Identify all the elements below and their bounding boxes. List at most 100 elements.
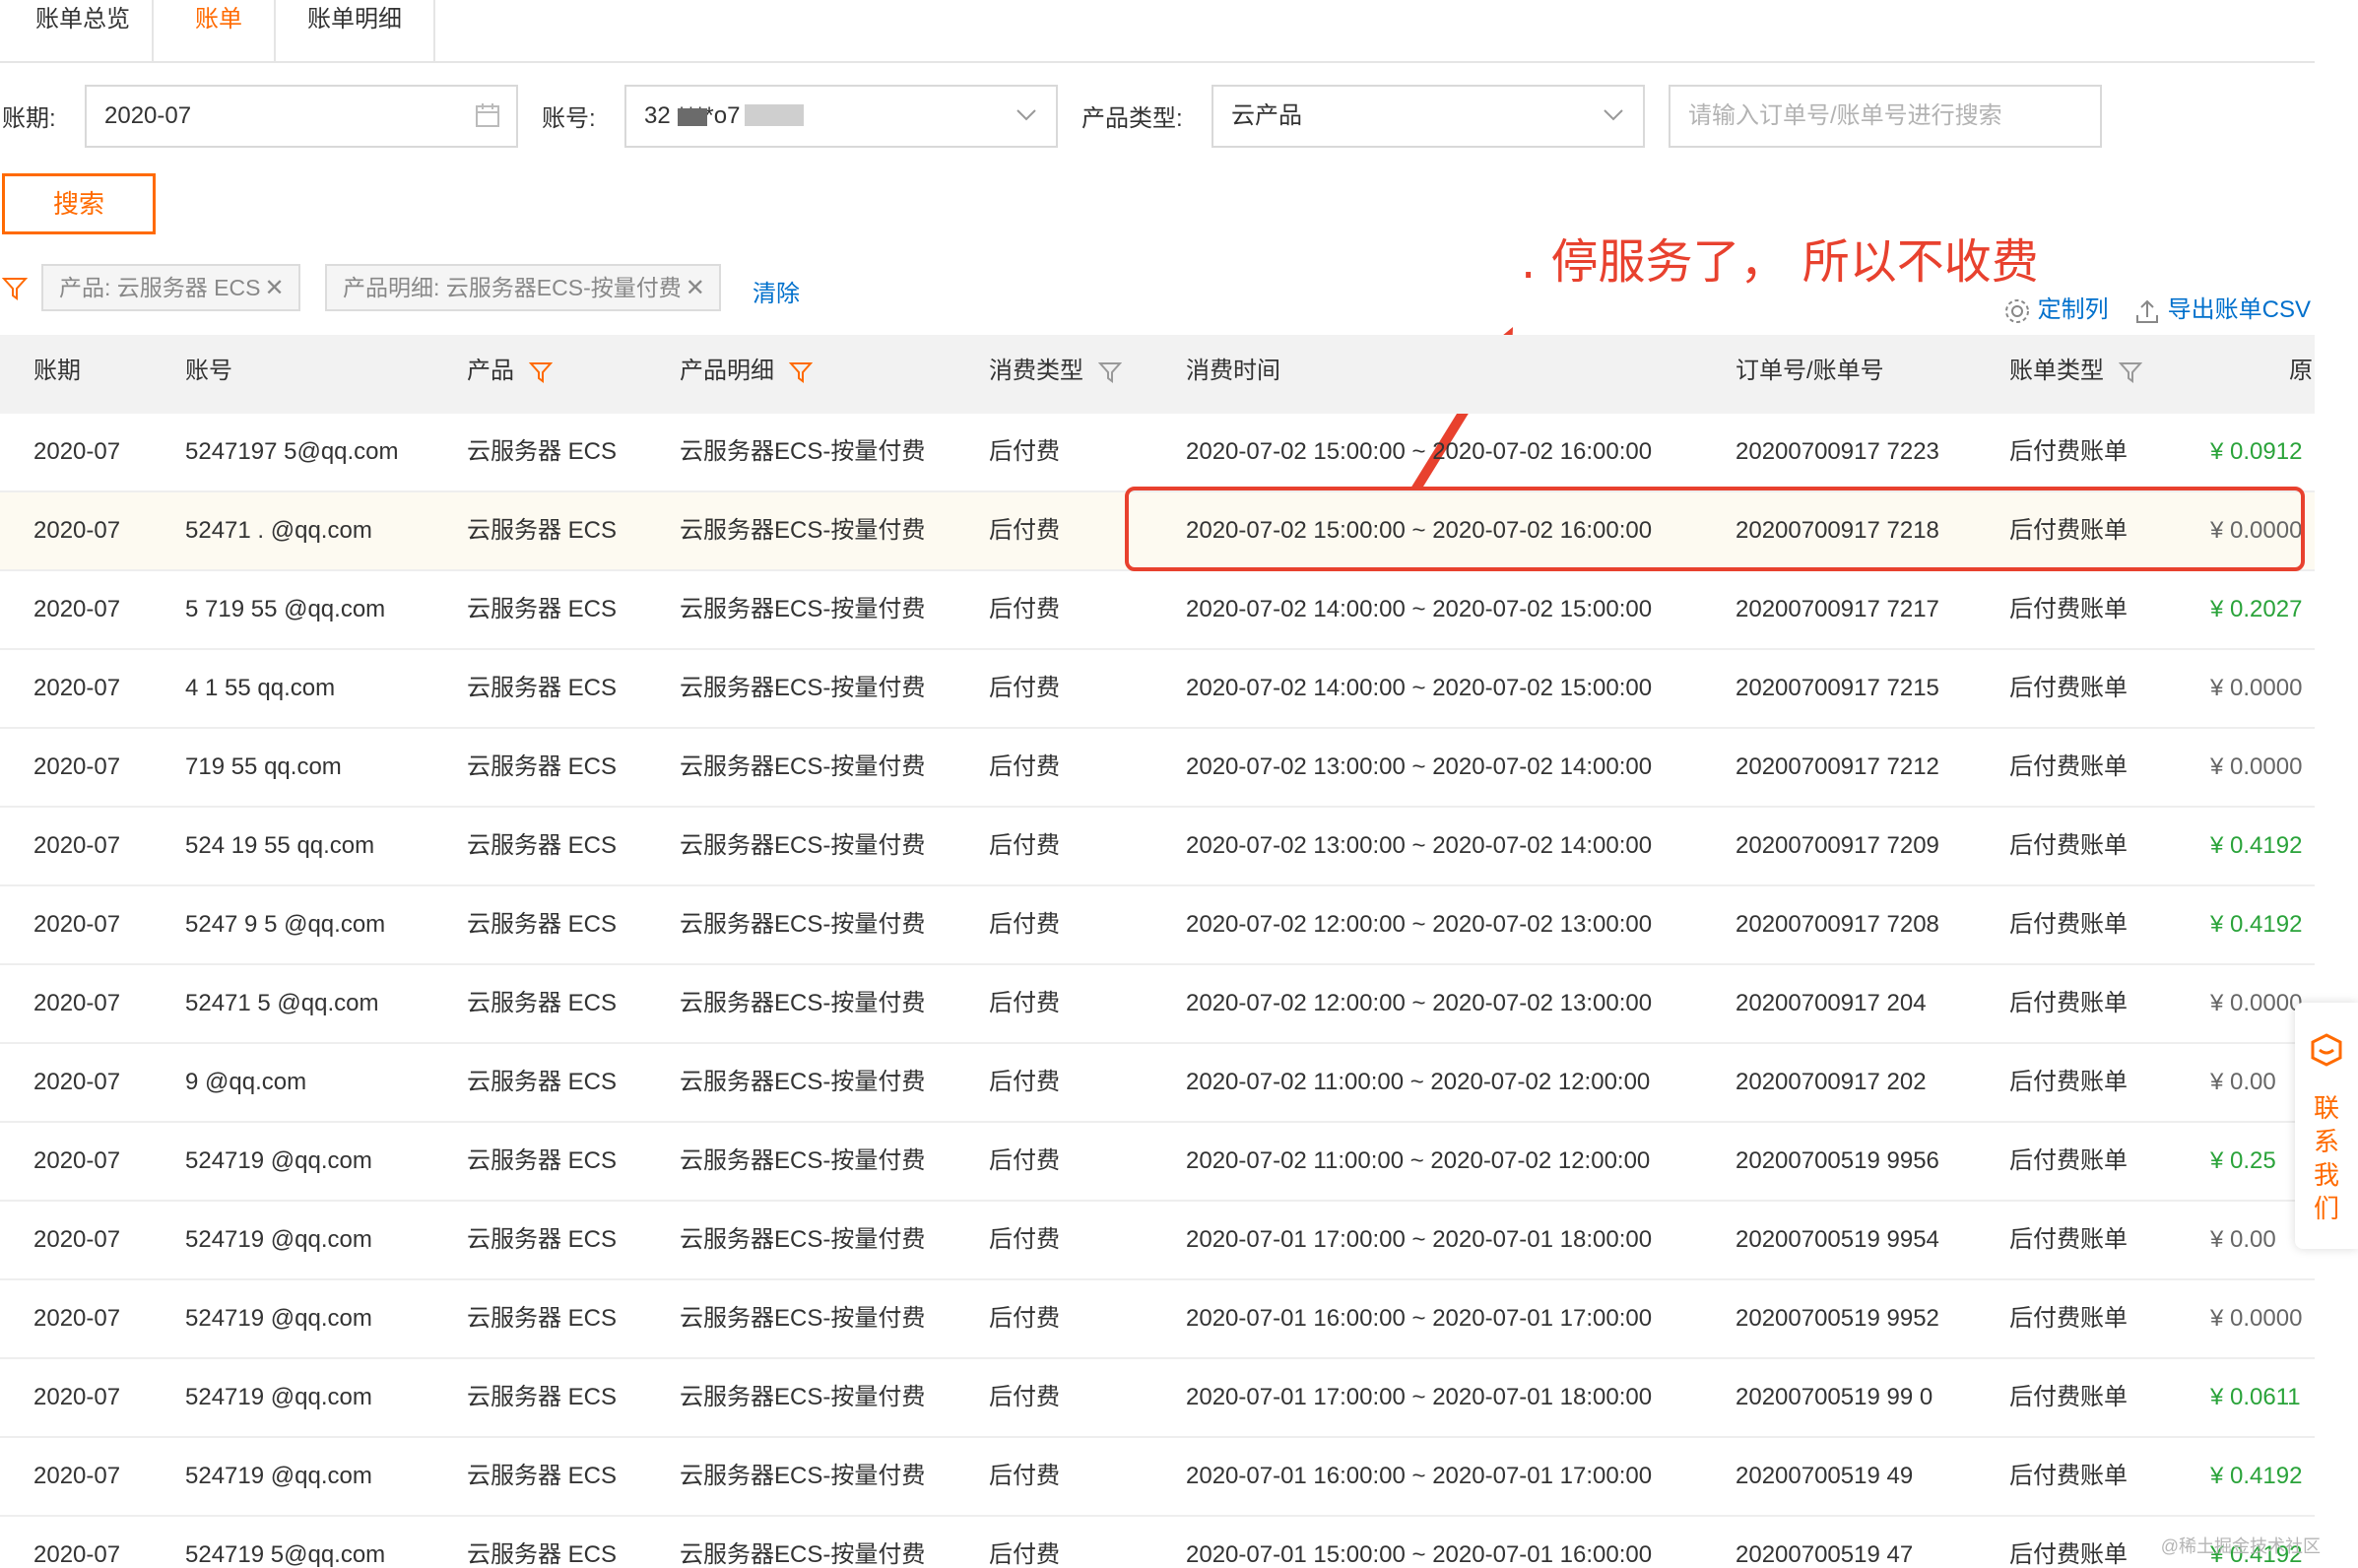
product-type-value: 云产品 <box>1231 102 1302 129</box>
filter-icon[interactable] <box>1097 360 1122 384</box>
table-row[interactable]: 2020-07 5247197 5@qq.com 云服务器 ECS 云服务器EC… <box>0 414 2315 492</box>
cell-order-no[interactable]: 20200700917 7223 <box>1736 414 1939 490</box>
cell-product: 云服务器 ECS <box>467 517 618 544</box>
tab-bill-detail[interactable]: 账单明细 <box>307 0 402 61</box>
calendar-icon <box>476 103 499 127</box>
col-bill-type[interactable]: 账单类型 <box>2009 335 2142 408</box>
cell-period: 2020-07 <box>33 438 121 465</box>
account-select[interactable]: 32 ****o7 *** m <box>624 85 1058 148</box>
tab-divider <box>274 0 276 61</box>
filter-icon[interactable] <box>528 360 553 384</box>
cell-order-no[interactable]: 20200700917 7215 <box>1736 650 1939 727</box>
cell-product-detail: 云服务器ECS-按量付费 <box>680 990 926 1016</box>
cell-consume-type: 后付费 <box>989 517 1060 544</box>
col-product-detail[interactable]: 产品明细 <box>680 335 813 408</box>
filter-chip-product-detail[interactable]: 产品明细: 云服务器ECS-按量付费 ✕ <box>325 264 721 311</box>
table-row[interactable]: 2020-07 524719 5@qq.com 云服务器 ECS 云服务器ECS… <box>0 1517 2315 1568</box>
table-row[interactable]: 2020-07 719 55 qq.com 云服务器 ECS 云服务器ECS-按… <box>0 729 2315 808</box>
cell-order-no[interactable]: 20200700917 7208 <box>1736 886 1939 963</box>
cell-product: 云服务器 ECS <box>467 990 618 1016</box>
clear-filters-link[interactable]: 清除 <box>753 274 800 308</box>
table-row[interactable]: 2020-07 524 19 55 qq.com 云服务器 ECS 云服务器EC… <box>0 808 2315 886</box>
cell-period: 2020-07 <box>33 753 121 780</box>
table-row[interactable]: 2020-07 524719 @qq.com 云服务器 ECS 云服务器ECS-… <box>0 1123 2315 1202</box>
upload-icon <box>2136 299 2158 323</box>
period-picker[interactable]: 2020-07 <box>85 85 518 148</box>
account-label: 账号: <box>542 105 596 132</box>
table-row[interactable]: 2020-07 524719 @qq.com 云服务器 ECS 云服务器ECS-… <box>0 1359 2315 1438</box>
annotation-text: . 停服务了， 所以不收费 <box>1521 234 2039 290</box>
cell-product-detail: 云服务器ECS-按量付费 <box>680 1384 926 1410</box>
cell-period: 2020-07 <box>33 911 121 938</box>
close-icon[interactable]: ✕ <box>264 275 284 301</box>
search-button[interactable]: 搜索 <box>2 173 156 234</box>
table-row[interactable]: 2020-07 52471 5 @qq.com 云服务器 ECS 云服务器ECS… <box>0 965 2315 1044</box>
cell-product-detail: 云服务器ECS-按量付费 <box>680 753 926 780</box>
customize-columns-label: 定制列 <box>2037 296 2109 323</box>
cell-product: 云服务器 ECS <box>467 675 618 701</box>
export-csv-button[interactable]: 导出账单CSV <box>2133 290 2311 325</box>
contact-us-widget[interactable]: 联系我们 <box>2295 1003 2358 1249</box>
cell-bill-type: 后付费账单 <box>2009 832 2128 859</box>
cell-order-no[interactable]: 20200700519 47 <box>1736 1517 1913 1568</box>
cell-order-no[interactable]: 20200700519 9952 <box>1736 1280 1939 1357</box>
cell-order-no[interactable]: 20200700519 9954 <box>1736 1202 1939 1278</box>
cell-consume-time: 2020-07-02 12:00:00 ~ 2020-07-02 13:00:0… <box>1186 911 1653 938</box>
table-row[interactable]: 2020-07 5247 9 5 @qq.com 云服务器 ECS 云服务器EC… <box>0 886 2315 965</box>
filter-icon[interactable] <box>2118 360 2142 384</box>
cell-order-no[interactable]: 20200700519 49 <box>1736 1438 1913 1515</box>
cell-period: 2020-07 <box>33 1541 121 1568</box>
col-consume-type[interactable]: 消费类型 <box>989 335 1122 408</box>
cell-consume-type: 后付费 <box>989 832 1060 859</box>
cell-account: 4 1 55 qq.com <box>185 675 336 701</box>
cell-order-no[interactable]: 20200700917 202 <box>1736 1044 1927 1121</box>
page-edge <box>2315 0 2358 1568</box>
order-search-input[interactable]: 请输入订单号/账单号进行搜索 <box>1669 85 2102 148</box>
cell-product-detail: 云服务器ECS-按量付费 <box>680 1069 926 1095</box>
product-type-select[interactable]: 云产品 <box>1212 85 1645 148</box>
tab-bill[interactable]: 账单 <box>195 0 242 61</box>
col-consume-type-label: 消费类型 <box>989 358 1083 384</box>
gear-icon <box>2005 298 2029 323</box>
col-product[interactable]: 产品 <box>467 335 553 408</box>
table-row[interactable]: 2020-07 524719 @qq.com 云服务器 ECS 云服务器ECS-… <box>0 1202 2315 1280</box>
cell-order-no[interactable]: 20200700917 7212 <box>1736 729 1939 806</box>
cell-bill-type: 后付费账单 <box>2009 1226 2128 1253</box>
table-row[interactable]: 2020-07 524719 @qq.com 云服务器 ECS 云服务器ECS-… <box>0 1280 2315 1359</box>
cell-consume-time: 2020-07-02 15:00:00 ~ 2020-07-02 16:00:0… <box>1186 438 1653 465</box>
cell-order-no[interactable]: 20200700917 7209 <box>1736 808 1939 884</box>
cell-consume-time: 2020-07-01 15:00:00 ~ 2020-07-01 16:00:0… <box>1186 1541 1653 1568</box>
cell-order-no[interactable]: 20200700519 9956 <box>1736 1123 1939 1200</box>
cell-product-detail: 云服务器ECS-按量付费 <box>680 675 926 701</box>
customize-columns-button[interactable]: 定制列 <box>2003 290 2109 325</box>
cell-product: 云服务器 ECS <box>467 438 618 465</box>
cell-amount: ¥ 0.0000 <box>2210 675 2303 701</box>
col-original: 原 <box>2289 358 2313 384</box>
cell-amount: ¥ 0.2027 <box>2210 596 2303 622</box>
table-row[interactable]: 2020-07 524719 @qq.com 云服务器 ECS 云服务器ECS-… <box>0 1438 2315 1517</box>
table-row[interactable]: 2020-07 5 719 55 @qq.com 云服务器 ECS 云服务器EC… <box>0 571 2315 650</box>
filter-chip-product[interactable]: 产品: 云服务器 ECS ✕ <box>41 264 300 311</box>
cell-product-detail: 云服务器ECS-按量付费 <box>680 911 926 938</box>
close-icon[interactable]: ✕ <box>686 275 705 301</box>
annotation-highlight-box <box>1125 487 2305 571</box>
search-placeholder: 请输入订单号/账单号进行搜索 <box>1688 102 2002 129</box>
period-value: 2020-07 <box>104 102 192 129</box>
table-row[interactable]: 2020-07 9 @qq.com 云服务器 ECS 云服务器ECS-按量付费 … <box>0 1044 2315 1123</box>
filter-icon[interactable] <box>788 360 813 384</box>
cell-consume-type: 后付费 <box>989 1069 1060 1095</box>
cell-consume-time: 2020-07-02 11:00:00 ~ 2020-07-02 12:00:0… <box>1186 1069 1651 1095</box>
cell-account: 524719 @qq.com <box>185 1305 372 1332</box>
cell-product: 云服务器 ECS <box>467 911 618 938</box>
cell-order-no[interactable]: 20200700917 204 <box>1736 965 1927 1042</box>
cell-amount: ¥ 0.4192 <box>2210 911 2303 938</box>
cell-amount: ¥ 0.0912 <box>2210 438 2303 465</box>
cell-order-no[interactable]: 20200700519 99 0 <box>1736 1359 1932 1436</box>
cell-amount: ¥ 0.00 <box>2210 1069 2276 1095</box>
cell-order-no[interactable]: 20200700917 7217 <box>1736 571 1939 648</box>
tab-bill-overview[interactable]: 账单总览 <box>35 0 130 61</box>
cell-amount: ¥ 0.4192 <box>2210 1463 2303 1489</box>
cell-account: 5247197 5@qq.com <box>185 438 399 465</box>
cell-consume-time: 2020-07-02 12:00:00 ~ 2020-07-02 13:00:0… <box>1186 990 1653 1016</box>
table-row[interactable]: 2020-07 4 1 55 qq.com 云服务器 ECS 云服务器ECS-按… <box>0 650 2315 729</box>
